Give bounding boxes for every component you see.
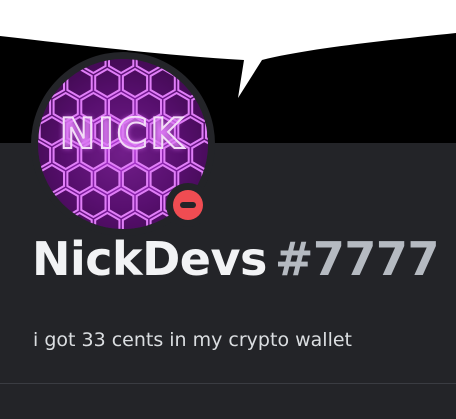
card-divider: [0, 383, 456, 384]
avatar-text: NICK: [59, 108, 187, 159]
hexagon-cell: [94, 163, 121, 195]
hexagon-cell: [108, 187, 135, 219]
username[interactable]: NickDevs: [32, 232, 267, 286]
hexagon-cell: [135, 187, 162, 219]
name-row: NickDevs #7777: [32, 228, 439, 290]
discriminator: #7777: [274, 232, 440, 286]
hexagon-cell: [121, 67, 149, 99]
hexagon-cell: [121, 163, 149, 195]
hexagon-cell: [108, 59, 135, 75]
hexagon-cell: [80, 187, 107, 219]
hexagon-cell: [94, 67, 121, 99]
profile-meme-frame: NICK NickDevs #7777 i got 33 cents in my …: [0, 0, 456, 419]
hexagon-cell: [149, 67, 176, 99]
dnd-bar-icon: [180, 202, 196, 208]
hexagon-cell: [66, 163, 93, 195]
about-me-text: i got 33 cents in my crypto wallet: [33, 329, 352, 351]
